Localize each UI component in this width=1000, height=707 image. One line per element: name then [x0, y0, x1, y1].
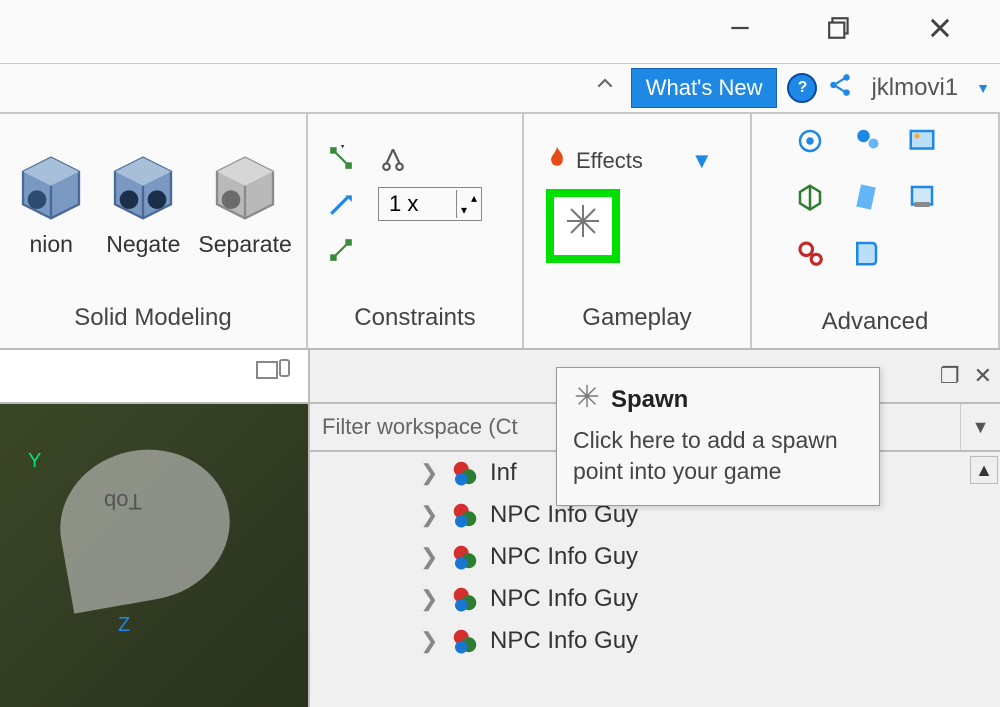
- window-titlebar: [0, 0, 1000, 64]
- tooltip-title: Spawn: [611, 386, 688, 414]
- spinbox-arrows[interactable]: ▴▾: [456, 190, 481, 218]
- panel-close-icon[interactable]: ✕: [974, 363, 992, 389]
- expand-icon[interactable]: ❯: [420, 544, 440, 570]
- negate-icon: [106, 151, 180, 225]
- union-label: nion: [29, 231, 72, 258]
- group-label-constraints: Constraints: [354, 294, 475, 348]
- account-bar: What's New ? jklmovi1 ▼: [0, 64, 1000, 114]
- expand-icon[interactable]: ❯: [420, 586, 440, 612]
- model-icon: [450, 542, 480, 572]
- model-icon: [450, 458, 480, 488]
- settings-icon[interactable]: [795, 238, 825, 268]
- expand-icon[interactable]: ❯: [420, 502, 440, 528]
- module-icon[interactable]: [851, 238, 881, 268]
- axis-z-label: Z: [118, 614, 130, 637]
- close-button[interactable]: [920, 14, 960, 49]
- fire-icon: [546, 145, 568, 177]
- share-icon[interactable]: [827, 72, 853, 105]
- spawn-button[interactable]: [546, 189, 620, 263]
- scale-value: 1 x: [379, 191, 456, 217]
- ribbon: nion Negate Separate Solid Modeling ▾: [0, 114, 1000, 350]
- negate-label: Negate: [106, 231, 180, 258]
- model-icon: [450, 626, 480, 656]
- viewport-panel: Y Z doT: [0, 350, 310, 707]
- scroll-up-button[interactable]: ▲: [970, 456, 998, 484]
- separate-label: Separate: [198, 231, 291, 258]
- group-label-advanced: Advanced: [822, 298, 929, 352]
- constraint-weld-icon[interactable]: [326, 235, 356, 265]
- tree-item[interactable]: ❯ NPC Info Guy: [310, 620, 1000, 662]
- collision-icon[interactable]: [795, 182, 825, 212]
- spawn-tooltip: Spawn Click here to add a spawn point in…: [556, 367, 880, 506]
- username-label[interactable]: jklmovi1: [863, 74, 966, 102]
- group-label-solid: Solid Modeling: [74, 294, 231, 348]
- union-icon: [14, 151, 88, 225]
- chevron-down-icon: ▼: [691, 148, 713, 174]
- svg-text:▾: ▾: [340, 145, 346, 151]
- user-dropdown-icon[interactable]: ▼: [976, 80, 990, 96]
- constraint-details-icon[interactable]: [378, 143, 408, 173]
- separate-icon: [208, 151, 282, 225]
- expand-icon[interactable]: ❯: [420, 628, 440, 654]
- constraint-scale-spinbox[interactable]: 1 x ▴▾: [378, 187, 482, 221]
- gui-icon[interactable]: [907, 126, 937, 156]
- tree-item[interactable]: ❯ NPC Info Guy: [310, 536, 1000, 578]
- separate-button[interactable]: Separate: [198, 151, 291, 258]
- help-icon[interactable]: ?: [787, 73, 817, 103]
- spawn-icon: [563, 201, 603, 251]
- script-icon[interactable]: [851, 182, 881, 212]
- model-icon: [450, 584, 480, 614]
- constraint-show-icon[interactable]: [326, 189, 356, 219]
- union-button[interactable]: nion: [14, 151, 88, 258]
- service-icon[interactable]: [795, 126, 825, 156]
- effects-label: Effects: [576, 148, 643, 174]
- part-face-label: doT: [104, 488, 142, 514]
- axis-y-label: Y: [28, 450, 41, 473]
- group-constraints: ▾ 1 x ▴▾ Constraints: [308, 114, 524, 348]
- player-icon[interactable]: [851, 126, 881, 156]
- tree-item-label: Inf: [490, 459, 517, 487]
- filter-dropdown-icon[interactable]: ▼: [960, 404, 1000, 450]
- collapse-ribbon-icon[interactable]: [589, 75, 621, 101]
- group-advanced: Advanced: [752, 114, 1000, 348]
- constraint-create-icon[interactable]: ▾: [326, 143, 356, 173]
- tree-item-label: NPC Info Guy: [490, 543, 638, 571]
- localscript-icon[interactable]: [907, 182, 937, 212]
- maximize-button[interactable]: [820, 15, 860, 48]
- tree-item[interactable]: ❯ NPC Info Guy: [310, 578, 1000, 620]
- model-icon: [450, 500, 480, 530]
- tree-item-label: NPC Info Guy: [490, 585, 638, 613]
- viewport-3d[interactable]: Y Z doT: [0, 404, 308, 707]
- tree-item-label: NPC Info Guy: [490, 627, 638, 655]
- spawn-tooltip-icon: [573, 382, 601, 417]
- expand-icon[interactable]: ❯: [420, 460, 440, 486]
- panel-dock-icon[interactable]: ❐: [940, 363, 960, 389]
- group-label-gameplay: Gameplay: [582, 294, 691, 348]
- group-gameplay: Effects ▼ Gameplay: [524, 114, 752, 348]
- group-solid-modeling: nion Negate Separate Solid Modeling: [0, 114, 308, 348]
- tooltip-body: Click here to add a spawn point into you…: [573, 425, 863, 487]
- effects-dropdown[interactable]: Effects ▼: [546, 145, 713, 177]
- whats-new-button[interactable]: What's New: [631, 68, 778, 108]
- negate-button[interactable]: Negate: [106, 151, 180, 258]
- device-emulator-icon[interactable]: [256, 359, 290, 393]
- minimize-button[interactable]: [720, 15, 760, 48]
